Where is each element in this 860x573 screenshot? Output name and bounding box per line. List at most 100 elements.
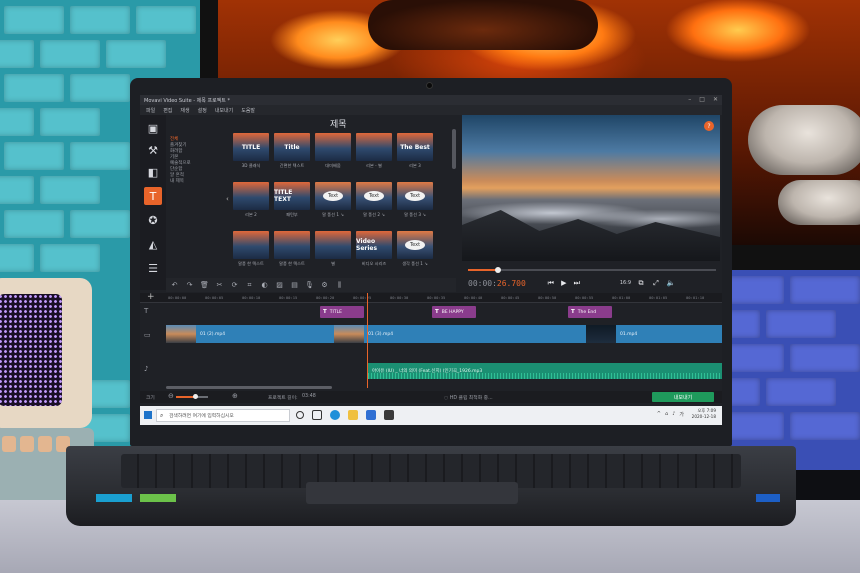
timeline-ruler[interactable]: + 00:00:00 00:00:05 00:00:10 00:00:15 00:00:… [140, 292, 722, 303]
title-preset-tile[interactable]: 별 [315, 231, 351, 267]
project-length-label: 프로젝트 길이: [268, 396, 298, 401]
timeline-playhead[interactable] [367, 293, 368, 388]
task-view-icon[interactable] [312, 410, 322, 420]
title-preset-tile[interactable]: Title 간편한 텍스트 [274, 133, 310, 169]
video-clip[interactable]: 01 (2).mp4 [166, 325, 225, 343]
category-item[interactable]: 내 제목 [170, 179, 222, 185]
volume-tray-icon[interactable]: ♪ [672, 411, 675, 418]
stickers-icon[interactable]: ✪ [144, 211, 162, 229]
menu-export[interactable]: 내보내기 [215, 107, 233, 114]
tile-thumbnail: Text [315, 182, 351, 210]
title-clip[interactable]: T BE HAPPY [432, 306, 476, 318]
zoom-in-icon[interactable]: ⊕ [232, 392, 238, 400]
title-clip[interactable]: T TITLE [320, 306, 364, 318]
file-explorer-icon[interactable] [348, 410, 358, 420]
clip-properties-icon[interactable]: ▤ [290, 281, 299, 289]
ruler-tick-label: 00:00:45 [501, 295, 520, 300]
title-preset-tile[interactable]: TITLE 3D 클래식 [233, 133, 269, 169]
filters-icon[interactable]: ◧ [144, 163, 162, 181]
tray-chevron-icon[interactable]: ^ [657, 411, 661, 418]
preview-tools: 16:9 ⧉ ⤢ 🔈 [620, 278, 676, 288]
fullscreen-icon[interactable]: ⤢ [651, 278, 661, 288]
grid-scrollbar[interactable] [452, 129, 456, 169]
zoom-out-icon[interactable]: ⊖ [168, 392, 174, 400]
skip-forward-icon[interactable]: ⏭ [572, 278, 582, 288]
title-preset-tile[interactable]: TITLE TEXT 패턴부 [274, 182, 310, 218]
title-preset-tile[interactable]: Video Series 비디오 시리즈 [356, 231, 392, 267]
close-icon[interactable]: ✕ [713, 96, 718, 103]
undo-icon[interactable]: ↶ [170, 281, 179, 289]
crop-icon[interactable]: ⌗ [245, 281, 254, 290]
title-preset-tile[interactable]: Text 말 풍선 2 ↘ [356, 182, 392, 218]
timeline-scrollbar[interactable] [166, 386, 332, 389]
tile-label: 비디오 시리즈 [361, 261, 387, 266]
play-icon[interactable]: ▶ [559, 278, 569, 288]
rotate-icon[interactable]: ⟳ [230, 281, 239, 289]
delete-icon[interactable]: 🗑 [200, 281, 209, 289]
tile-thumbnail: Text [397, 231, 433, 259]
windows-start-icon[interactable] [144, 411, 152, 419]
minimize-icon[interactable]: – [688, 96, 691, 103]
tile-label: 간편한 텍스트 [279, 163, 305, 168]
maximize-icon[interactable]: □ [699, 96, 705, 103]
taskbar-search[interactable]: ⌕ 검색하려면 여기에 입력하십시오 [156, 409, 290, 422]
title-preset-tile[interactable]: Text 말 풍선 1 ↘ [315, 182, 351, 218]
more-tools-icon[interactable]: ☰ [144, 259, 162, 277]
ruler-tick-label: 00:00:05 [205, 295, 224, 300]
image-icon[interactable]: ▨ [275, 281, 284, 289]
video-clip[interactable]: 01 (3).mp4 [334, 325, 393, 343]
menu-file[interactable]: 파일 [146, 107, 155, 114]
settings-icon[interactable]: ⚙ [320, 281, 329, 289]
store-icon[interactable] [366, 410, 376, 420]
title-preset-tile[interactable]: The Best 리본 3 [397, 133, 433, 169]
popout-icon[interactable]: ⧉ [636, 278, 646, 288]
title-clip[interactable]: T The End [568, 306, 612, 318]
project-length: 03:48 [302, 394, 316, 399]
equalizer-icon[interactable]: ⫼ [335, 281, 344, 290]
title-preset-tile[interactable]: 리본 - 별 [356, 133, 392, 169]
menu-edit[interactable]: 편집 [163, 107, 172, 114]
audio-clip[interactable]: 아이유 (IU) _ 너의 의미 (Feat.신지) (인기곡_1926.mp3 [368, 363, 722, 379]
brick [790, 344, 860, 372]
skip-back-icon[interactable]: ⏮ [546, 278, 556, 288]
network-icon[interactable]: ⌂ [665, 411, 668, 418]
titles-icon[interactable]: T [144, 187, 162, 205]
help-icon[interactable]: ? [704, 121, 714, 131]
add-track-icon[interactable]: + [147, 292, 155, 302]
magic-wand-icon[interactable]: ⚒ [144, 141, 162, 159]
title-preset-tile[interactable]: Text 생각 풍선 1 ↘ [397, 231, 433, 267]
volume-icon[interactable]: 🔈 [666, 278, 676, 288]
ime-icon[interactable]: 가 [679, 411, 684, 418]
microphone-icon[interactable]: 🎙 [305, 281, 314, 289]
cut-icon[interactable]: ✂ [215, 281, 224, 289]
tile-sample-text: Text [404, 240, 426, 250]
brick [0, 176, 34, 204]
tile-thumbnail [233, 231, 269, 259]
shapes-icon[interactable]: ◭ [144, 235, 162, 253]
movavi-taskbar-icon[interactable] [384, 410, 394, 420]
cortana-icon[interactable] [296, 411, 304, 419]
video-clip[interactable]: 01.mp4 [586, 325, 637, 343]
title-preset-tile[interactable]: 말풍 한 텍스트 [274, 231, 310, 267]
zoom-slider[interactable] [176, 394, 208, 399]
redo-icon[interactable]: ↷ [185, 281, 194, 289]
scrubber-knob[interactable] [494, 267, 501, 273]
export-button[interactable]: 내보내기 [652, 392, 714, 402]
zoom-slider-knob[interactable] [193, 394, 199, 399]
taskbar-clock[interactable]: 오후 7:09 2020-12-18 [692, 408, 716, 420]
import-media-icon[interactable]: ▣ [144, 119, 162, 137]
edge-icon[interactable] [330, 410, 340, 420]
tile-sample-text: TITLE TEXT [274, 189, 293, 203]
aspect-ratio[interactable]: 16:9 [620, 280, 631, 286]
color-adjust-icon[interactable]: ◐ [260, 281, 269, 289]
title-preset-tile[interactable]: 리본 2 [233, 182, 269, 218]
title-preset-tile[interactable]: Text 말 풍선 3 ↘ [397, 182, 433, 218]
collapse-arrow-icon[interactable]: ‹ [226, 195, 229, 203]
preview-scrubber[interactable] [468, 267, 716, 273]
menu-settings[interactable]: 설정 [198, 107, 207, 114]
menu-help[interactable]: 도움말 [241, 107, 255, 114]
title-preset-tile[interactable]: 말풍 한 텍스트 [233, 231, 269, 267]
menu-playback[interactable]: 재생 [180, 107, 189, 114]
title-preset-tile[interactable]: 대미배움 [315, 133, 351, 169]
search-icon: ⌕ [160, 412, 164, 419]
